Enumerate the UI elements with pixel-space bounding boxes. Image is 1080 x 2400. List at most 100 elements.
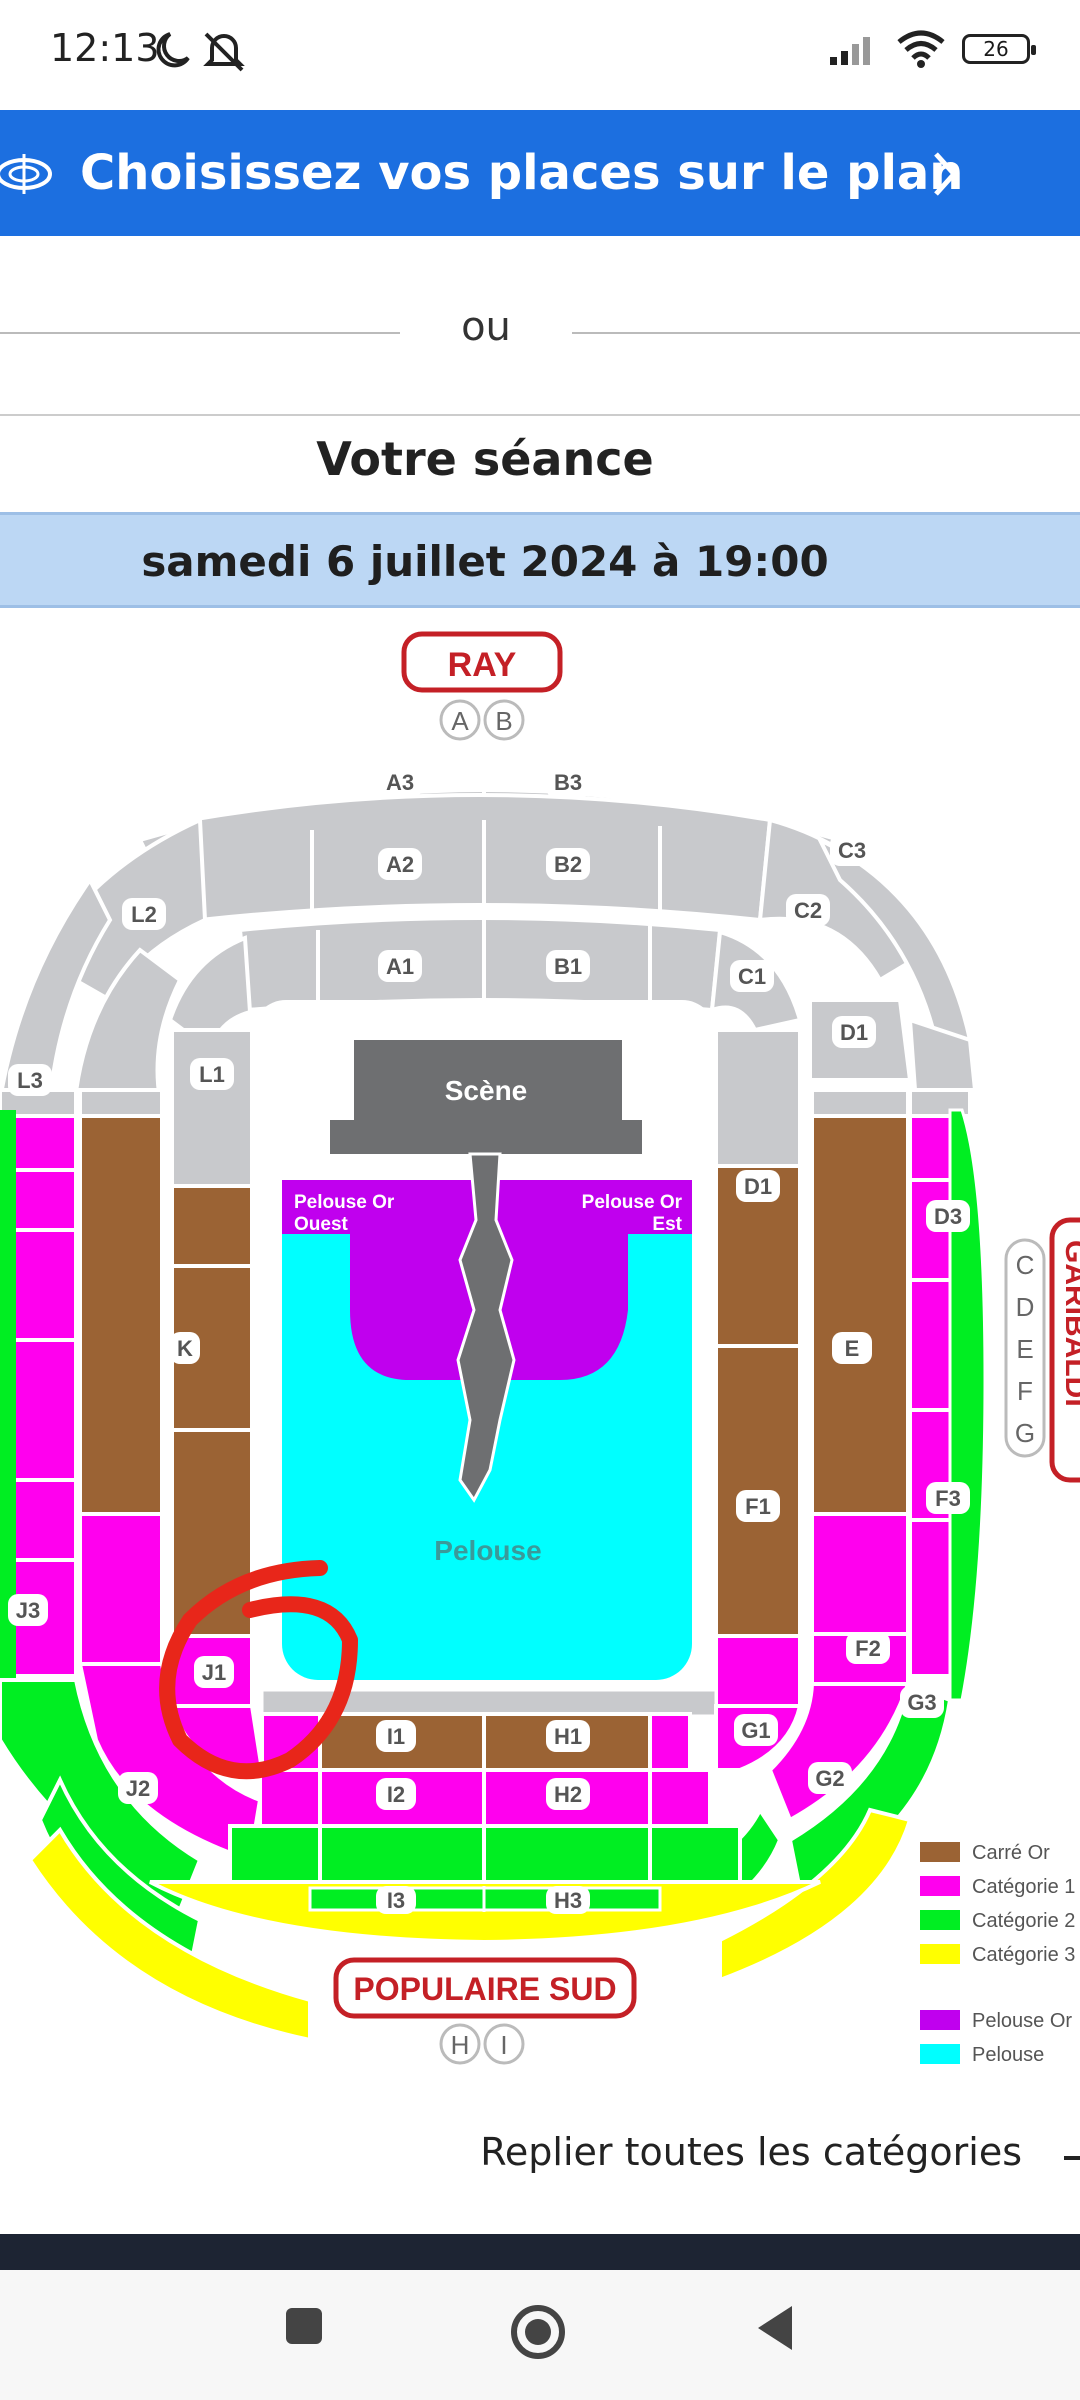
label-a3: A3	[386, 770, 414, 795]
or-divider: ou	[0, 280, 1080, 380]
moon-icon	[156, 32, 245, 72]
divider-line-left	[0, 332, 400, 334]
label-a1: A1	[386, 954, 414, 979]
svg-text:D: D	[1016, 1292, 1035, 1322]
legend-swatch-carre-or	[920, 1842, 960, 1862]
legend-swatch-pelouse	[920, 2044, 960, 2064]
gates-north: A B	[439, 699, 525, 741]
recent-apps-icon[interactable]	[280, 2302, 328, 2350]
seance-date: samedi 6 juillet 2024 à 19:00	[141, 537, 829, 586]
or-text: ou	[461, 304, 511, 350]
label-j2: J2	[126, 1776, 150, 1801]
gate-label: H	[451, 2030, 470, 2060]
legend-label: Catégorie 3	[972, 1944, 1075, 1966]
label-l2: L2	[131, 902, 157, 927]
label-h2: H2	[554, 1782, 582, 1807]
legend-label: Carré Or	[972, 1842, 1050, 1864]
stand-ray-label: RAY	[448, 646, 517, 684]
label-c1: C1	[738, 964, 766, 989]
legend-label: Catégorie 2	[972, 1910, 1075, 1932]
label-g1: G1	[741, 1718, 770, 1743]
svg-text:C: C	[1016, 1250, 1035, 1280]
section-d1[interactable]	[714, 1028, 802, 1168]
gate-label: I	[500, 2030, 507, 2060]
collapse-categories-link[interactable]: Replier toutes les catégories	[480, 2130, 1022, 2174]
label-l1: L1	[199, 1062, 225, 1087]
legend-swatch-cat3	[920, 1944, 960, 1964]
label-d1: D1	[744, 1174, 772, 1199]
chevron-right-icon	[934, 152, 958, 196]
status-icons-left	[150, 28, 250, 76]
section-separator	[0, 414, 1080, 416]
back-icon[interactable]	[752, 2302, 800, 2354]
label-f2: F2	[855, 1636, 881, 1661]
label-d1-outer: D1	[840, 1020, 868, 1045]
gate-label: A	[451, 706, 469, 736]
status-time: 12:13	[50, 26, 160, 70]
label-f3: F3	[935, 1486, 961, 1511]
signal-icon	[830, 37, 870, 65]
banner-text: Choisissez vos places sur le plan	[80, 145, 964, 201]
status-right: 26	[828, 30, 1036, 68]
label-i3: I3	[387, 1888, 405, 1913]
section-g1-mag[interactable]	[714, 1634, 802, 1708]
svg-text:G: G	[1015, 1418, 1035, 1448]
gates-south: H I	[439, 2023, 525, 2065]
home-icon[interactable]	[508, 2302, 568, 2362]
minus-icon	[1064, 2156, 1080, 2160]
stand-populaire-sud-label: POPULAIRE SUD	[353, 1971, 616, 2007]
divider-line-right	[572, 332, 1080, 334]
label-i1: I1	[387, 1724, 405, 1749]
dark-footer-strip	[0, 2234, 1080, 2270]
seance-date-bar[interactable]: samedi 6 juillet 2024 à 19:00	[0, 512, 1080, 608]
section-j-mag[interactable]	[78, 1512, 164, 1666]
label-h3: H3	[554, 1888, 582, 1913]
stadium-map[interactable]: RAY A B Scène Pelouse Or Ouest Pelouse O…	[0, 620, 1080, 2080]
section-k[interactable]	[170, 1184, 254, 1638]
stand-garibaldi[interactable]: GARIBALDI	[1049, 1217, 1080, 1483]
legend-swatch-cat1	[920, 1876, 960, 1896]
bell-off-icon	[203, 32, 245, 72]
label-b1: B1	[554, 954, 582, 979]
svg-text:F: F	[1017, 1376, 1033, 1406]
legend-swatch-cat2	[920, 1910, 960, 1930]
collapse-categories-row[interactable]: Replier toutes les catégories	[0, 2120, 1080, 2200]
label-g2: G2	[815, 1766, 844, 1791]
legend-label: Catégorie 1	[972, 1876, 1075, 1898]
pelouse-label: Pelouse	[434, 1535, 541, 1566]
wifi-icon	[897, 30, 945, 68]
label-j1: J1	[202, 1660, 226, 1685]
battery-indicator: 26	[962, 34, 1036, 64]
system-nav-bar	[0, 2270, 1080, 2400]
section-f1[interactable]	[714, 1164, 802, 1638]
legend-label: Pelouse Or	[972, 2010, 1072, 2032]
legend: Carré Or Catégorie 1 Catégorie 2 Catégor…	[920, 1842, 1075, 2066]
legend-swatch-pelouse-or	[920, 2010, 960, 2030]
label-g3: G3	[907, 1690, 936, 1715]
label-f1: F1	[745, 1494, 771, 1519]
label-k: K	[177, 1336, 193, 1361]
stadium-map-svg[interactable]: RAY A B Scène Pelouse Or Ouest Pelouse O…	[0, 620, 1080, 2080]
label-b2: B2	[554, 852, 582, 877]
section-f2-mag[interactable]	[810, 1512, 910, 1636]
stage-label: Scène	[445, 1075, 528, 1106]
green-edge-west	[0, 1110, 16, 1680]
green-edge-east[interactable]	[948, 1108, 987, 1702]
legend-label: Pelouse	[972, 2044, 1044, 2066]
label-b3: B3	[554, 770, 582, 795]
section-l1[interactable]	[170, 1028, 254, 1188]
section-l-carre-or[interactable]	[78, 1114, 164, 1516]
label-l3: L3	[17, 1068, 43, 1093]
seance-title: Votre séance	[316, 432, 654, 486]
section-e[interactable]	[810, 1114, 910, 1516]
stand-ray[interactable]: RAY	[401, 631, 563, 693]
label-a2: A2	[386, 852, 414, 877]
label-e: E	[845, 1336, 860, 1361]
stand-populaire-sud[interactable]: POPULAIRE SUD	[333, 1957, 637, 2019]
stand-garibaldi-label: GARIBALDI	[1059, 1240, 1080, 1407]
label-i2: I2	[387, 1782, 405, 1807]
status-bar: 12:13 26	[0, 0, 1080, 104]
section-a2-b2[interactable]	[187, 793, 773, 923]
label-c2: C2	[794, 898, 822, 923]
choose-seats-banner[interactable]: Choisissez vos places sur le plan	[0, 110, 1080, 236]
